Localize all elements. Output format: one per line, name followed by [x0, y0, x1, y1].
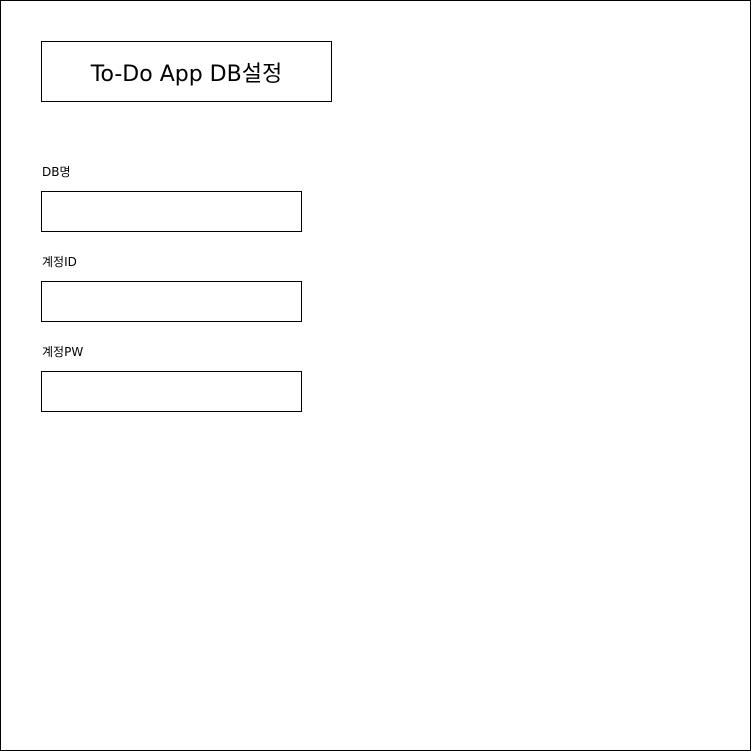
page-frame: To-Do App DB설정 DB명 계정ID 계정PW	[0, 0, 751, 751]
account-id-label: 계정ID	[42, 255, 77, 269]
account-pw-input[interactable]	[41, 371, 302, 412]
account-pw-label: 계정PW	[42, 345, 84, 359]
account-id-input[interactable]	[41, 281, 302, 322]
db-name-label: DB명	[42, 165, 71, 179]
page-title: To-Do App DB설정	[41, 41, 332, 102]
db-name-input[interactable]	[41, 191, 302, 232]
